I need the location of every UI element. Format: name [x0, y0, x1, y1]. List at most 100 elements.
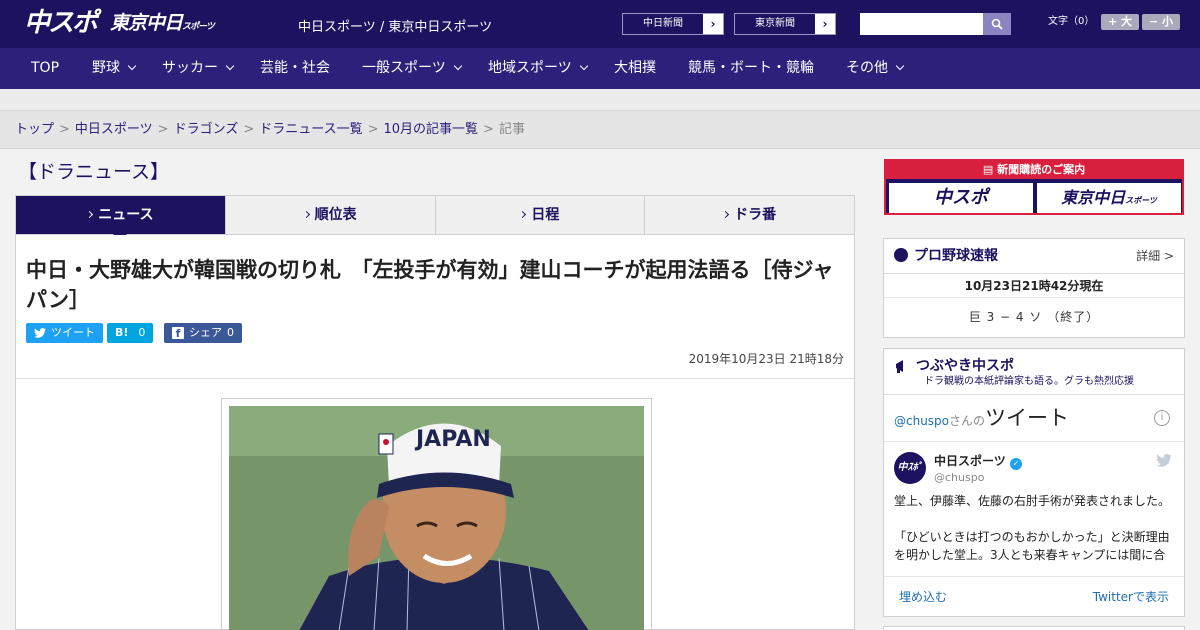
tweet-text-1: 堂上、伊藤準、佐藤の右肘手術が発表されました。: [894, 494, 1171, 508]
breadcrumb-october-list[interactable]: 10月の記事一覧: [384, 122, 479, 137]
tab-label: 順位表: [314, 207, 357, 223]
chevron-right-icon: ›: [815, 14, 835, 34]
nav-item-entertainment[interactable]: 芸能・社会: [260, 48, 330, 89]
player-photo-illustration: JAPAN: [229, 406, 644, 630]
subscription-header: ▤ 新聞購読のご案内: [886, 161, 1182, 179]
tweet-button[interactable]: ツイート: [26, 323, 103, 343]
nav-label: 地域スポーツ: [488, 60, 572, 76]
handle-suffix: さんの: [949, 414, 986, 428]
tab-news[interactable]: ニュース: [16, 196, 225, 241]
tab-label: ドラ番: [734, 207, 777, 223]
nav-item-soccer[interactable]: サッカー: [162, 48, 235, 89]
chunichi-shimbun-link[interactable]: 中日新聞 ›: [622, 13, 724, 35]
nav-item-general-sports[interactable]: 一般スポーツ: [362, 48, 462, 89]
article-photo[interactable]: JAPAN: [229, 406, 644, 630]
embed-link[interactable]: 埋め込む: [899, 577, 947, 617]
tokyo-shimbun-label: 東京新聞: [755, 18, 795, 29]
chevron-right-icon: [722, 210, 730, 219]
facebook-share-button[interactable]: f シェア 0: [164, 323, 242, 343]
site-title[interactable]: 中日スポーツ / 東京中日スポーツ: [298, 16, 492, 35]
chevron-down-icon: [895, 61, 905, 71]
font-bigger-button[interactable]: + 大: [1101, 14, 1139, 30]
hatena-bookmark-button[interactable]: B! 0: [107, 323, 154, 343]
facebook-share-label: シェア: [189, 326, 222, 339]
breadcrumb-separator: >: [483, 122, 494, 137]
tab-schedule[interactable]: 日程: [434, 196, 645, 234]
nav-label: 大相撲: [614, 60, 656, 76]
breadcrumb: トップ > 中日スポーツ > ドラゴンズ > ドラニュース一覧 >10月の記事一覧 > 記事: [0, 110, 1200, 149]
breadcrumb-news-list[interactable]: ドラニュース一覧: [259, 122, 362, 137]
breadcrumb-separator: >: [367, 122, 379, 137]
tweet-text-2: 「ひどいときは打つのもおかしかった」と決断理由を明かした堂上。3人とも来春キャン…: [894, 530, 1170, 562]
subscribe-chuspo-button[interactable]: 中スポ: [889, 183, 1033, 213]
article-date: 2019年10月23日 21時18分: [688, 352, 844, 366]
tab-label: 日程: [531, 207, 560, 223]
widget-header: プロ野球速報 詳細 >: [884, 239, 1184, 274]
tab-dora-ban[interactable]: ドラ番: [644, 196, 854, 234]
baseball-widget-title: プロ野球速報: [914, 248, 998, 264]
ad-space: [0, 89, 1200, 110]
newspaper-subscription-banner[interactable]: ▤ 新聞購読のご案内 中スポ 東京中日スポーツ: [884, 159, 1184, 215]
chevron-down-icon: [453, 61, 462, 71]
tweet-account-handle[interactable]: @chuspo: [934, 470, 1174, 486]
search-form: [860, 13, 1011, 35]
nav-item-regional-sports[interactable]: 地域スポーツ: [488, 48, 588, 89]
chuspo-avatar[interactable]: 中ｽﾎﾟ: [894, 452, 926, 484]
nav-item-other[interactable]: その他: [846, 48, 905, 89]
info-icon[interactable]: i: [1154, 410, 1170, 426]
chuspo-logo[interactable]: 中スポ: [24, 8, 98, 38]
twitter-widget: つぶやき中スポ ドラ観戦の本紙評論家も語る。グラも熱烈応援 @chuspoさんの…: [883, 348, 1185, 617]
chevron-down-icon: [127, 61, 137, 71]
tweet-label: ツイート: [51, 326, 95, 339]
chevron-down-icon: [225, 61, 235, 71]
nav-label: 一般スポーツ: [362, 60, 446, 76]
breadcrumb-chunichi-sports[interactable]: 中日スポーツ: [75, 122, 153, 137]
tweet-account-name[interactable]: 中日スポーツ: [934, 454, 1006, 468]
section-tabs: ニュース 順位表 日程 ドラ番: [15, 195, 855, 241]
search-button[interactable]: [983, 13, 1011, 35]
nav-label: サッカー: [162, 60, 218, 76]
view-on-twitter-link[interactable]: Twitterで表示: [1093, 577, 1169, 617]
tweet-widget-footer: 埋め込む Twitterで表示: [884, 576, 1184, 616]
tab-standings[interactable]: 順位表: [224, 196, 435, 234]
chevron-right-icon: [302, 210, 310, 219]
breadcrumb-separator: >: [59, 122, 70, 137]
search-input[interactable]: [860, 13, 983, 35]
nav-item-baseball[interactable]: 野球: [92, 48, 137, 89]
font-size-label: 文字（0）: [1048, 16, 1095, 27]
breadcrumb-top[interactable]: トップ: [15, 122, 54, 137]
breadcrumb-separator: >: [157, 122, 169, 137]
tweet-item[interactable]: 中ｽﾎﾟ 中日スポーツ ✓ @chuspo 堂上、伊藤準、佐藤の右肘手術が発表さ…: [884, 442, 1184, 574]
breadcrumb-current: 記事: [498, 122, 525, 137]
nav-label: TOP: [31, 60, 60, 76]
twitter-widget-header: つぶやき中スポ ドラ観戦の本紙評論家も語る。グラも熱烈応援: [884, 349, 1184, 395]
breadcrumb-dragons[interactable]: ドラゴンズ: [174, 122, 239, 137]
breadcrumb-separator: >: [243, 122, 255, 137]
subscribe-tokyo-button[interactable]: 東京中日スポーツ: [1037, 183, 1181, 213]
chevron-right-icon: ›: [703, 14, 723, 34]
hatena-count: 0: [138, 326, 146, 339]
nav-item-sumo[interactable]: 大相撲: [614, 48, 656, 89]
twitter-handle-link[interactable]: @chuspo: [894, 414, 949, 428]
megaphone-icon: [896, 360, 903, 373]
chevron-right-icon: [86, 210, 94, 219]
chunichi-shimbun-label: 中日新聞: [643, 18, 683, 29]
baseball-detail-link[interactable]: 詳細 >: [1136, 239, 1174, 274]
baseball-icon: [894, 248, 908, 262]
nav-item-top[interactable]: TOP: [31, 48, 59, 89]
tokyo-chunichi-logo[interactable]: 東京中日スポーツ: [110, 11, 215, 39]
tweets-subtitle: ドラ観戦の本紙評論家も語る。グラも熱烈応援: [924, 376, 1134, 387]
nav-item-keiba[interactable]: 競馬・ボート・競輪: [688, 48, 814, 89]
sidebar-next-widget: [883, 626, 1185, 630]
twitter-bird-icon[interactable]: [1156, 454, 1172, 467]
baseball-score[interactable]: 巨 3 − 4 ソ （終了）: [884, 298, 1184, 336]
hatena-icon: B!: [115, 326, 129, 339]
facebook-count: 0: [227, 326, 234, 339]
tokyo-logo-text: 東京中日: [110, 12, 183, 34]
pro-baseball-widget: プロ野球速報 詳細 > 10月23日21時42分現在 巨 3 − 4 ソ （終了…: [883, 238, 1185, 338]
subscribe-tokyo-sub: スポーツ: [1125, 196, 1157, 205]
article-headline: 中日・大野雄大が韓国戦の切り札 「左投手が有効」建山コーチが起用法語る［侍ジャパ…: [26, 258, 834, 312]
font-smaller-button[interactable]: − 小: [1142, 14, 1180, 30]
tokyo-shimbun-link[interactable]: 東京新聞 ›: [734, 13, 836, 35]
chevron-right-icon: [519, 210, 527, 219]
